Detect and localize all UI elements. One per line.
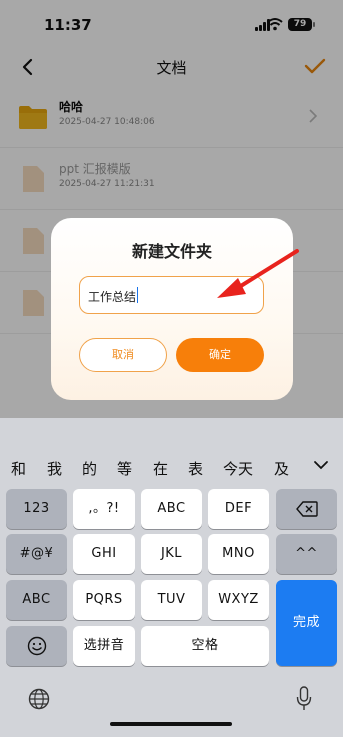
pinyin-key[interactable]: 选拼音 — [73, 626, 135, 666]
folder-name-input[interactable]: 工作总结 — [79, 276, 264, 314]
key-wxyz[interactable]: WXYZ — [208, 580, 269, 620]
home-indicator[interactable] — [110, 722, 232, 726]
candidate-word[interactable]: 在 — [153, 458, 168, 479]
candidate-word[interactable]: 表 — [188, 458, 203, 479]
candidate-word[interactable]: 等 — [117, 458, 132, 479]
keyboard-collapse-icon[interactable] — [312, 458, 330, 472]
key-tuv[interactable]: TUV — [141, 580, 202, 620]
candidate-word[interactable]: 和 — [11, 458, 26, 479]
done-key[interactable]: 完成 — [276, 580, 337, 666]
key-ghi[interactable]: GHI — [73, 534, 135, 574]
candidate-word[interactable]: 今天 — [223, 458, 253, 479]
microphone-icon[interactable] — [296, 686, 312, 712]
globe-icon[interactable] — [28, 688, 50, 710]
candidate-word[interactable]: 我 — [47, 458, 62, 479]
key-mno[interactable]: MNO — [208, 534, 269, 574]
cancel-button[interactable]: 取消 — [79, 338, 167, 372]
backspace-key[interactable] — [276, 489, 337, 529]
key-pqrs[interactable]: PQRS — [73, 580, 135, 620]
key-emoticon[interactable]: ^^ — [276, 534, 337, 574]
folder-name-value: 工作总结 — [88, 290, 137, 304]
candidate-word[interactable]: 及 — [274, 458, 289, 479]
confirm-button[interactable]: 确定 — [176, 338, 264, 372]
text-cursor — [137, 287, 138, 303]
new-folder-dialog: 新建文件夹 工作总结 取消 确定 — [51, 218, 293, 400]
key-123[interactable]: 123 — [6, 489, 67, 529]
emoji-icon — [27, 636, 46, 656]
keyboard: 和 我 的 等 在 表 今天 及 123 ,。?! ABC DEF #@¥ GH… — [0, 418, 343, 737]
key-jkl[interactable]: JKL — [141, 534, 202, 574]
key-punctuation[interactable]: ,。?! — [73, 489, 135, 529]
candidate-word[interactable]: 的 — [82, 458, 97, 479]
dialog-title: 新建文件夹 — [131, 242, 212, 261]
emoji-key[interactable] — [6, 626, 67, 666]
key-def[interactable]: DEF — [208, 489, 269, 529]
space-key[interactable]: 空格 — [141, 626, 269, 666]
key-symbols[interactable]: #@¥ — [6, 534, 67, 574]
key-english[interactable]: ABC — [6, 580, 67, 620]
backspace-icon — [295, 501, 318, 517]
key-abc[interactable]: ABC — [141, 489, 202, 529]
candidate-bar: 和 我 的 等 在 表 今天 及 — [0, 418, 343, 478]
